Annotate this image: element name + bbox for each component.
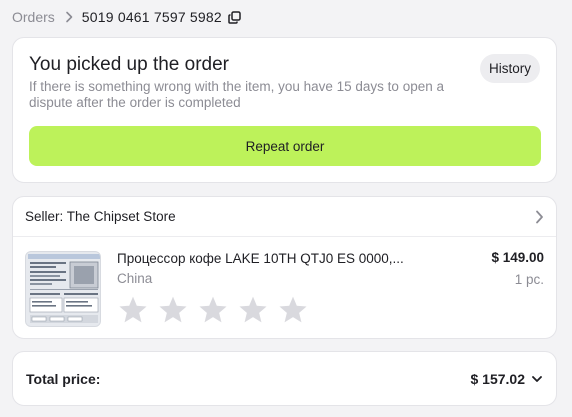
chevron-down-icon[interactable] (531, 375, 543, 383)
order-status-card: You picked up the order If there is some… (12, 37, 557, 183)
star-icon[interactable] (197, 295, 229, 325)
copy-icon[interactable] (228, 10, 241, 24)
total-price-value: $ 157.02 (470, 370, 526, 387)
star-icon[interactable] (237, 295, 269, 325)
product-image[interactable] (25, 251, 101, 327)
chevron-right-icon (535, 210, 544, 224)
seller-row[interactable]: Seller: The Chipset Store (13, 197, 556, 237)
status-description: If there is something wrong with the ite… (29, 79, 444, 110)
history-button[interactable]: History (479, 54, 540, 83)
seller-name: Seller: The Chipset Store (25, 209, 176, 224)
rating-stars (117, 295, 309, 325)
product-title[interactable]: Процессор кофе LAKE 10TH QTJ0 ES 0000,..… (117, 251, 417, 266)
chevron-right-icon (65, 11, 73, 23)
total-price-label: Total price: (26, 370, 101, 387)
breadcrumb-orders-link[interactable]: Orders (12, 9, 55, 25)
status-title: You picked up the order (29, 54, 230, 75)
total-price-row[interactable]: Total price: $ 157.02 (12, 351, 557, 406)
order-number: 5019 0461 7597 5982 (81, 9, 222, 25)
product-price: $ 149.00 (491, 250, 544, 265)
product-quantity: 1 pc. (514, 272, 544, 287)
seller-card: Seller: The Chipset Store Процессор кофе… (12, 196, 557, 339)
repeat-order-button[interactable]: Repeat order (29, 126, 541, 166)
star-icon[interactable] (277, 295, 309, 325)
star-icon[interactable] (117, 295, 149, 325)
star-icon[interactable] (157, 295, 189, 325)
product-origin: China (117, 271, 153, 286)
breadcrumb: Orders 5019 0461 7597 5982 (12, 8, 241, 26)
